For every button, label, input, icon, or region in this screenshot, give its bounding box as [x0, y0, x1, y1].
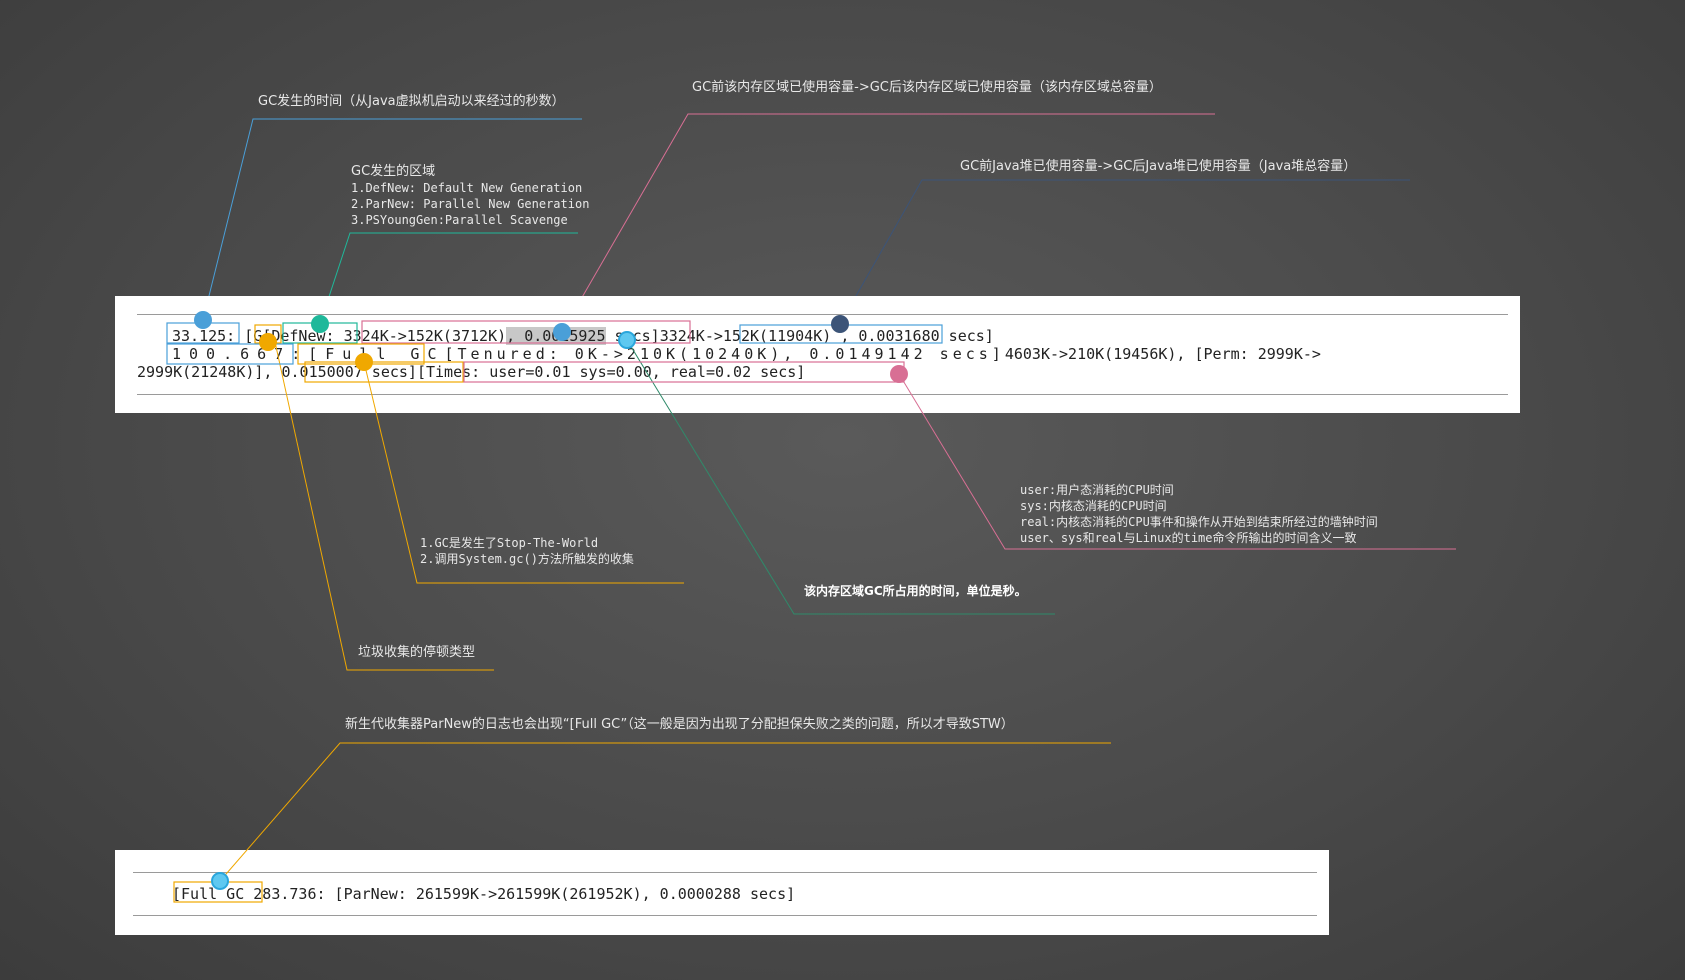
divider	[137, 314, 1508, 315]
note-gc-area-title: GC发生的区域	[351, 164, 436, 179]
note-gc-area-item-1: 1.DefNew: Default New Generation	[351, 181, 583, 195]
note-times-real: real:内核态消耗的CPU事件和操作从开始到结束所经过的墙钟时间	[1020, 515, 1378, 529]
gc-log-panel: 33.125: [G[DefNew: 3324K->152K(3712K), 0…	[115, 296, 1520, 413]
note-region-usage: GC前该内存区域已使用容量->GC后该内存区域已使用容量（该内存区域总容量）	[692, 80, 1162, 95]
leader-lines	[202, 113, 1410, 333]
divider	[133, 915, 1317, 916]
note-heap-usage: GC前Java堆已使用容量->GC后Java堆已使用容量（Java堆总容量）	[960, 159, 1357, 174]
note-gc-area-item-2: 2.ParNew: Parallel New Generation	[351, 197, 590, 211]
log-line-parnew-full-gc: [Full GC 283.736: [ParNew: 261599K->2615…	[172, 885, 795, 903]
timestamp-token-2: 100.667:	[172, 345, 309, 363]
log-line-full-gc: 100.667:[Full GC[Tenured: 0K->210K(10240…	[172, 345, 1321, 363]
note-gc-time: GC发生的时间（从Java虚拟机启动以来经过的秒数）	[258, 94, 565, 109]
parnew-log-panel: [Full GC 283.736: [ParNew: 261599K->2615…	[115, 850, 1329, 935]
log-line-continuation: 2999K(21248K)], 0.0150007 secs][Times: u…	[137, 363, 805, 381]
parnew-full-gc-token: [Full GC	[172, 885, 245, 903]
parnew-line-rest: 283.736: [ParNew: 261599K->261599K(26195…	[253, 885, 796, 903]
young-area-token: [DefNew:	[262, 327, 335, 345]
divider	[133, 872, 1317, 873]
note-pause-type: 垃圾收集的停顿类型	[358, 645, 476, 660]
note-times-user: user:用户态消耗的CPU时间	[1020, 483, 1174, 497]
line1-rest: , 0.0031680 secs]	[840, 327, 994, 345]
full-gc-time-token: 0.0150007 secs]	[281, 363, 417, 381]
timestamp-token: 33.125:	[172, 327, 236, 345]
note-full-gc-reason-2: 2.调用System.gc()方法所触发的收集	[420, 552, 634, 566]
full-gc-token: [Full GC	[308, 345, 445, 363]
note-region-time: 该内存区域GC所占用的时间，单位是秒。	[804, 584, 1027, 598]
note-full-gc-reason-1: 1.GC是发生了Stop-The-World	[420, 536, 599, 550]
young-time-tail: secs]	[614, 327, 660, 345]
gc-log-diagram: 33.125: [G[DefNew: 3324K->152K(3712K), 0…	[0, 0, 1685, 980]
note-gc-area-item-3: 3.PSYoungGen:Parallel Scavenge	[351, 213, 568, 227]
young-time-token: , 0.0025925	[506, 327, 606, 345]
log-line-young-gc: 33.125: [G[DefNew: 3324K->152K(3712K), 0…	[172, 327, 994, 345]
perm-token: 2999K(21248K)],	[137, 363, 273, 381]
line2-rest: 4603K->210K(19456K), [Perm: 2999K->	[1004, 345, 1321, 363]
tenured-token: [Tenured: 0K->210K(10240K), 0.0149142 se…	[444, 345, 1005, 363]
times-token: [Times: user=0.01 sys=0.00, real=0.02 se…	[416, 363, 806, 381]
note-times-linux: user、sys和real与Linux的time命令所输出的时间含义一致	[1020, 531, 1357, 545]
heap-usage-token: 3324K->152K(11904K)	[659, 327, 832, 345]
note-times-sys: sys:内核态消耗的CPU时间	[1020, 499, 1167, 513]
highlight-marks	[166, 311, 1456, 903]
divider	[137, 394, 1508, 395]
young-usage-token: 3324K->152K(3712K)	[343, 327, 507, 345]
note-parnew-full-gc: 新生代收集器ParNew的日志也会出现“[Full GC”（这一般是因为出现了分…	[345, 717, 1014, 732]
gc-type-token: [G	[244, 327, 263, 345]
